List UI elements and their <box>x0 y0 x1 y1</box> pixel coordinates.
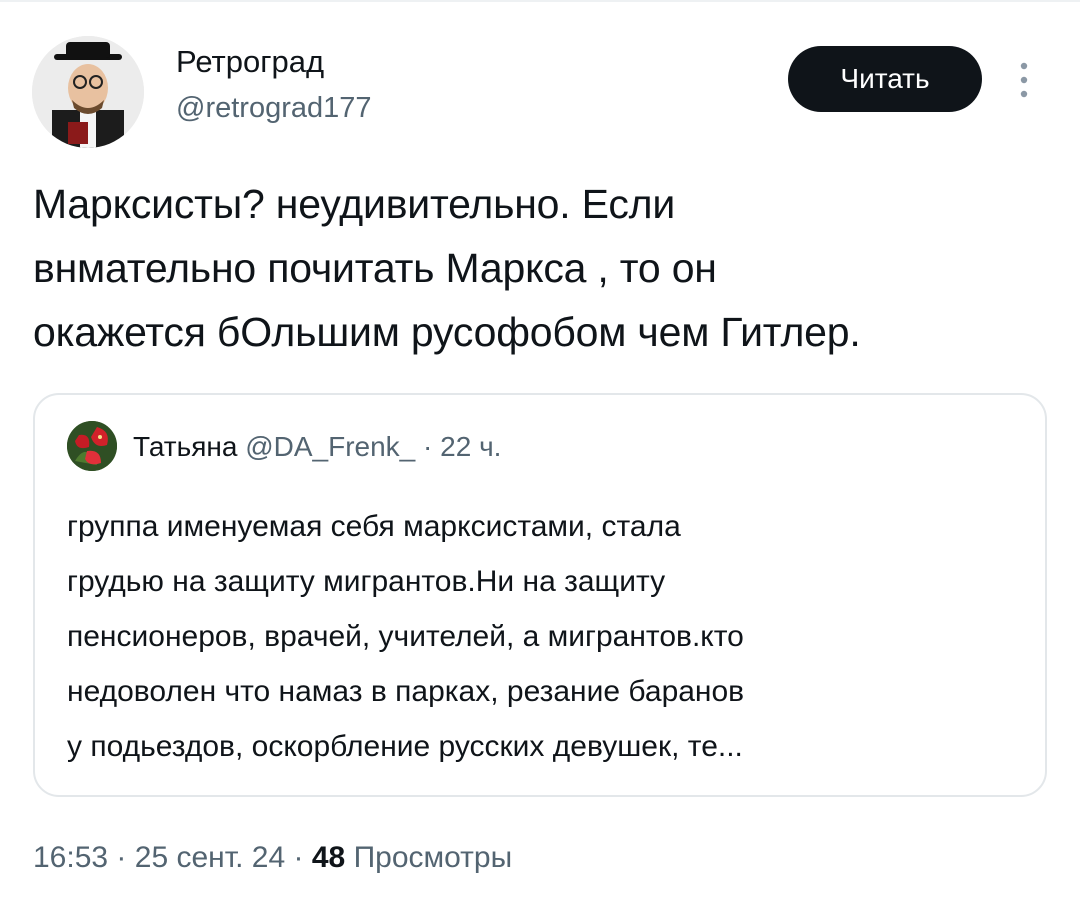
quoted-author-handle[interactable]: @DA_Frenk_ <box>245 431 415 462</box>
quoted-text-line: группа именуемая себя марксистами, стала <box>67 510 681 543</box>
quoted-tweet-meta: Татьяна @DA_Frenk_ · 22 ч. <box>133 429 501 465</box>
tweet-text: Марксисты? неудивительно. Если внмательн… <box>33 172 1053 364</box>
person-photo-avatar-icon <box>32 36 144 148</box>
author-name[interactable]: Ретроград <box>176 44 324 80</box>
tweet-header: Ретроград @retrograd177 Читать <box>0 0 1080 160</box>
meta-separator: · <box>423 431 433 462</box>
quoted-author-name[interactable]: Татьяна <box>133 431 237 462</box>
tweet-footer: 16:53 · 25 сент. 24 · 48 Просмотры <box>33 838 512 878</box>
author-avatar[interactable] <box>32 36 144 148</box>
quoted-text-line: у подьездов, оскорбление русских девушек… <box>67 730 743 763</box>
quoted-tweet-time[interactable]: 22 ч. <box>440 431 501 462</box>
tweet-text-line: окажется бОльшим русофобом чем Гитлер. <box>33 309 861 355</box>
vertical-dots-icon[interactable] <box>1014 58 1034 102</box>
quoted-tweet-text: группа именуемая себя марксистами, стала… <box>67 499 1027 774</box>
footer-separator: · <box>116 841 127 874</box>
tweet-text-line: Марксисты? неудивительно. Если <box>33 181 676 227</box>
footer-separator: · <box>293 841 304 874</box>
tweet-date[interactable]: 25 сент. 24 <box>135 841 285 874</box>
quoted-text-line: пенсионеров, врачей, учителей, а мигрант… <box>67 620 744 653</box>
tweet-text-line: внмательно почитать Маркса , то он <box>33 245 717 291</box>
red-flower-avatar-icon <box>67 421 117 471</box>
quoted-author-avatar[interactable] <box>67 421 117 471</box>
views-count[interactable]: 48 <box>312 841 345 874</box>
quoted-text-line: грудью на защиту мигрантов.Ни на защиту <box>67 565 666 598</box>
tweet-time[interactable]: 16:53 <box>33 841 108 874</box>
quoted-tweet-card[interactable]: Татьяна @DA_Frenk_ · 22 ч. группа именуе… <box>33 393 1047 797</box>
views-label[interactable]: Просмотры <box>354 841 513 874</box>
quoted-text-line: недоволен что намаз в парках, резание ба… <box>67 675 745 708</box>
author-handle[interactable]: @retrograd177 <box>176 90 372 126</box>
follow-button[interactable]: Читать <box>788 46 982 112</box>
